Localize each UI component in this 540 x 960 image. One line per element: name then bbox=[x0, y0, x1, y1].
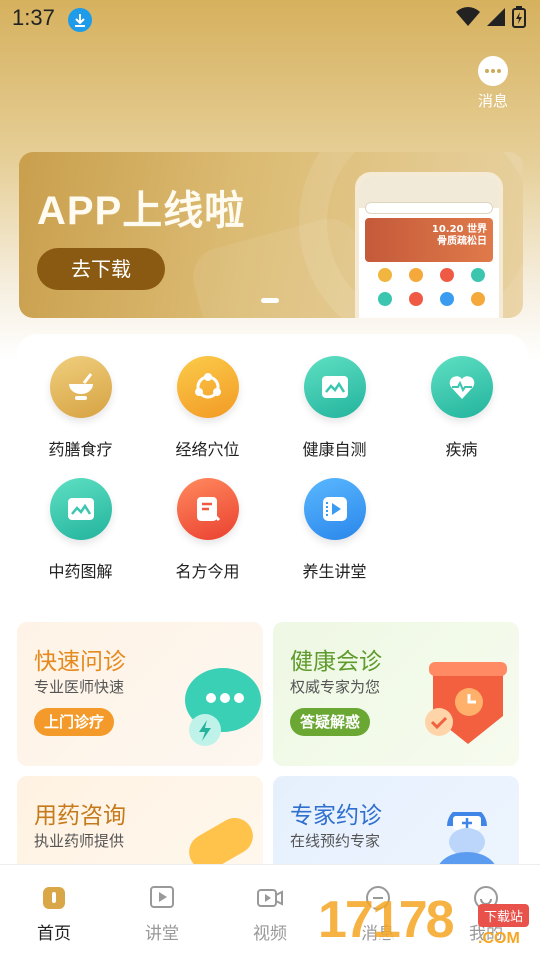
tile-title: 专家约诊 bbox=[290, 803, 382, 829]
feature-herb-guide[interactable]: 中药图解 bbox=[17, 478, 144, 582]
feature-jingluo[interactable]: 经络穴位 bbox=[144, 356, 271, 460]
promo-banner[interactable]: APP上线啦 去下载 10.20 世界 骨质疏松日 bbox=[19, 152, 523, 318]
tile-title: 健康会诊 bbox=[290, 649, 382, 675]
banner-title: APP上线啦 bbox=[37, 189, 246, 233]
feature-label: 中药图解 bbox=[48, 562, 113, 581]
home-visit-button[interactable]: 上门诊疗 bbox=[34, 708, 115, 736]
nav-label: 讲堂 bbox=[145, 924, 179, 944]
message-button[interactable]: 消息 bbox=[470, 56, 516, 111]
quick-consult-card[interactable]: 快速问诊 专业医师快速 上门诊疗 bbox=[17, 622, 263, 766]
calendar-clock-icon bbox=[425, 662, 507, 744]
status-bar: 1:37 bbox=[0, 0, 540, 38]
feature-health-test[interactable]: 健康自测 bbox=[271, 356, 398, 460]
acupoint-ring-icon bbox=[176, 356, 239, 418]
nav-label: 视频 bbox=[253, 924, 287, 944]
health-monitor-icon bbox=[303, 356, 366, 418]
tile-title: 快速问诊 bbox=[34, 649, 126, 675]
feature-yaoshan[interactable]: 药膳食疗 bbox=[17, 356, 144, 460]
video-camera-icon bbox=[257, 885, 283, 911]
message-label: 消息 bbox=[477, 92, 508, 110]
nav-video[interactable]: 视频 bbox=[216, 865, 324, 960]
feature-card: 药膳食疗 经络穴位 健康自测 疾病 中药图解 名方今用 养生讲堂 bbox=[17, 334, 527, 604]
prescription-note-icon bbox=[176, 478, 239, 540]
bottom-nav: 首页 讲堂 视频 消息 我的 bbox=[0, 864, 540, 960]
feature-prescription[interactable]: 名方今用 bbox=[144, 478, 271, 582]
nav-home[interactable]: 首页 bbox=[0, 865, 108, 960]
feature-disease[interactable]: 疾病 bbox=[398, 356, 525, 460]
nav-label: 首页 bbox=[37, 924, 71, 944]
battery-icon bbox=[512, 6, 526, 28]
watermark-logo: 17178 bbox=[318, 891, 455, 949]
phone-mockup-image: 10.20 世界 骨质疏松日 bbox=[355, 172, 503, 318]
tile-subtitle: 专业医师快速 bbox=[34, 678, 125, 696]
download-icon bbox=[68, 8, 92, 32]
phone-mockup-text: 10.20 世界 骨质疏松日 bbox=[431, 224, 487, 247]
feature-label: 药膳食疗 bbox=[48, 440, 113, 459]
watermark-domain: .COM bbox=[478, 930, 520, 947]
chat-bubble-icon bbox=[478, 56, 508, 86]
qa-button[interactable]: 答疑解惑 bbox=[290, 708, 371, 736]
feature-label: 疾病 bbox=[445, 440, 478, 459]
feature-lecture[interactable]: 养生讲堂 bbox=[271, 478, 398, 582]
wifi-icon bbox=[456, 7, 480, 27]
mortar-bowl-icon bbox=[49, 356, 112, 418]
lecture-play-icon bbox=[149, 885, 175, 911]
nav-lecture[interactable]: 讲堂 bbox=[108, 865, 216, 960]
tile-title: 用药咨询 bbox=[34, 803, 126, 829]
doctor-avatar-icon bbox=[437, 812, 497, 872]
feature-label: 名方今用 bbox=[175, 562, 240, 581]
signal-icon bbox=[487, 8, 505, 26]
feature-label: 经络穴位 bbox=[175, 440, 240, 459]
carousel-indicator bbox=[261, 298, 279, 303]
pill-capsule-icon bbox=[189, 818, 253, 866]
video-book-icon bbox=[303, 478, 366, 540]
herb-monitor-icon bbox=[49, 478, 112, 540]
feature-label: 健康自测 bbox=[302, 440, 367, 459]
download-button[interactable]: 去下载 bbox=[37, 248, 165, 290]
feature-label: 养生讲堂 bbox=[302, 562, 367, 581]
chat-bubbles-icon bbox=[185, 668, 261, 746]
watermark-badge: 下载站 bbox=[478, 904, 530, 927]
health-consult-card[interactable]: 健康会诊 权威专家为您 答疑解惑 bbox=[273, 622, 519, 766]
status-time: 1:37 bbox=[12, 5, 55, 30]
heart-pulse-icon bbox=[430, 356, 493, 418]
tile-subtitle: 在线预约专家 bbox=[290, 832, 381, 850]
tile-subtitle: 执业药师提供 bbox=[34, 832, 125, 850]
tile-subtitle: 权威专家为您 bbox=[290, 678, 381, 696]
home-icon bbox=[41, 885, 67, 911]
